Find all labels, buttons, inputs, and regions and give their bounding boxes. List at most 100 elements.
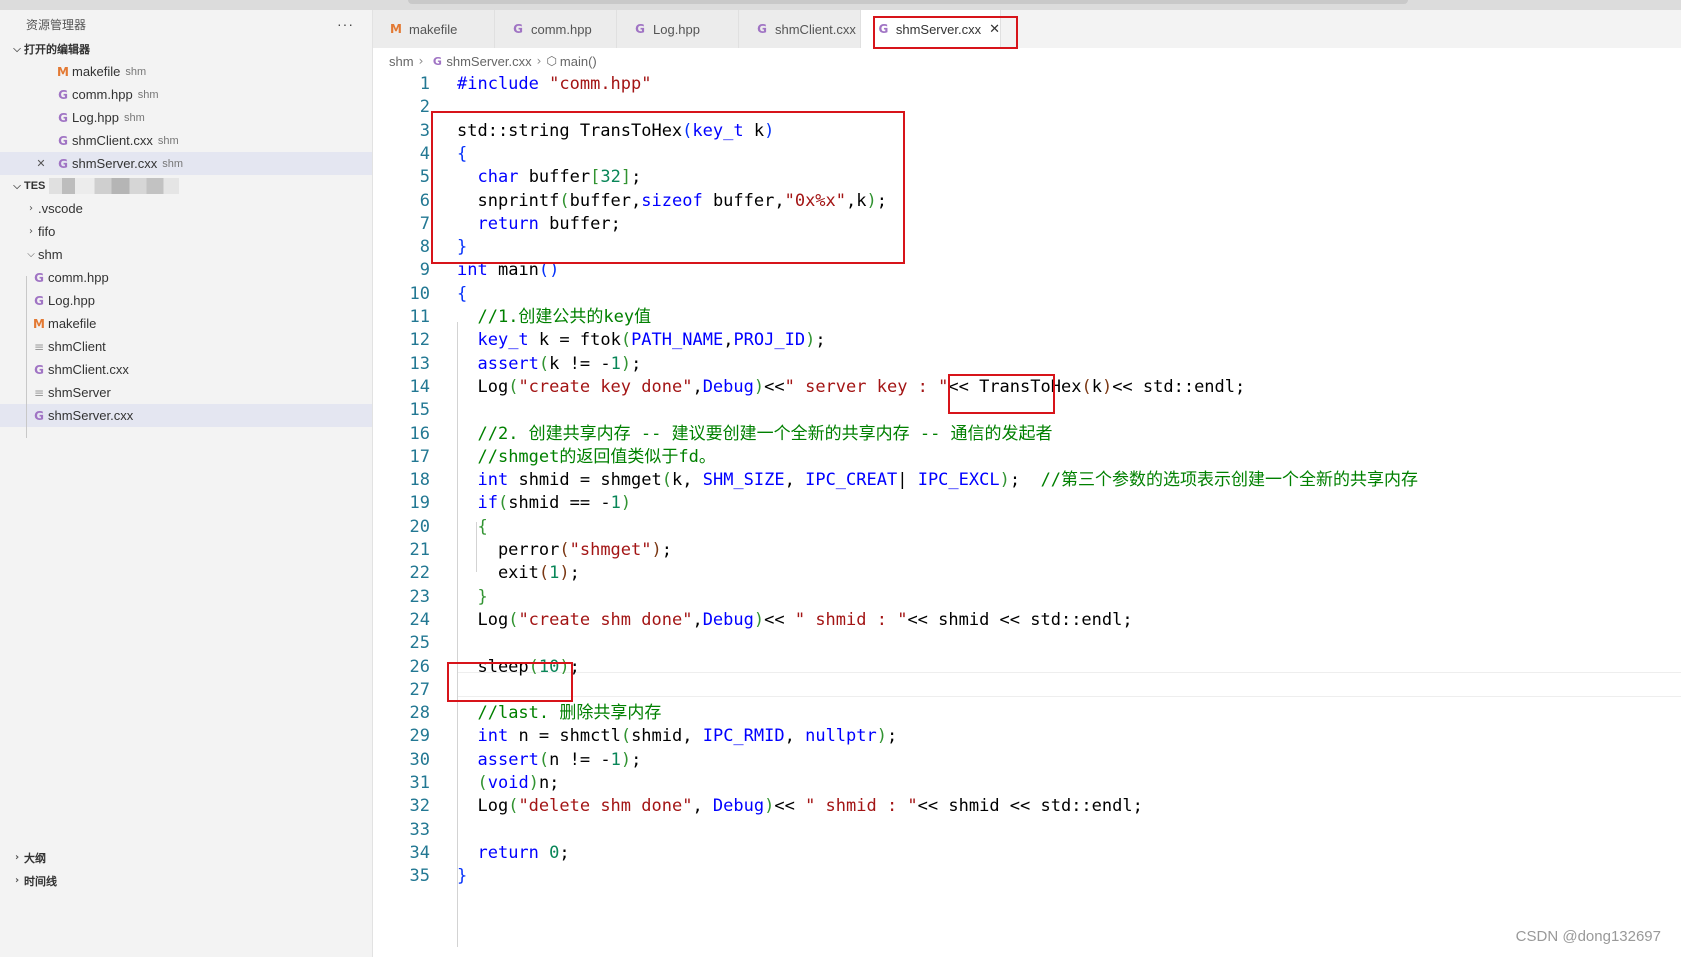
tab-makefile[interactable]: M makefile (373, 10, 495, 48)
code-line[interactable]: } (457, 235, 467, 260)
tree-folder-shm[interactable]: ⌵ shm (0, 243, 372, 266)
cpp-file-icon: G (58, 110, 68, 125)
open-editor-item[interactable]: Mmakefile shm (0, 60, 372, 83)
code-line[interactable]: std::string TransToHex(key_t k) (457, 119, 774, 144)
code-token: "comm.hpp" (549, 74, 652, 94)
cpp-file-icon: G (757, 22, 767, 36)
code-token: << shmid << std::endl; (917, 796, 1143, 816)
makefile-icon: M (33, 316, 45, 331)
code-line[interactable]: return 0; (457, 841, 569, 866)
tab-shmserver-cxx[interactable]: G shmServer.cxx ✕ (861, 10, 1001, 48)
open-editors-section[interactable]: ⌵ 打开的编辑器 (0, 38, 372, 60)
code-line[interactable]: int main() (457, 258, 559, 283)
chevron-down-icon: ⌵ (13, 43, 21, 55)
code-line[interactable]: if(shmid == -1) (457, 491, 631, 516)
code-line[interactable]: snprintf(buffer,sizeof buffer,"0x%x",k); (457, 189, 887, 214)
watermark: CSDN @dong132697 (1515, 928, 1661, 945)
tree-folder-label: .vscode (38, 201, 83, 216)
code-token: Log (457, 610, 509, 630)
tree-file-item[interactable]: ≡ shmClient (0, 335, 372, 358)
more-actions-icon[interactable]: ··· (337, 16, 354, 32)
code-token: ( (538, 354, 550, 374)
timeline-section[interactable]: › 时间线 (0, 869, 372, 892)
close-icon[interactable]: ✕ (34, 157, 48, 170)
chevron-right-icon: › (14, 852, 20, 863)
outline-section[interactable]: › 大纲 (0, 846, 372, 869)
code-token: //第三个参数的选项表示创建一个全新的共享内存 (1040, 470, 1419, 490)
code-line[interactable]: { (457, 142, 467, 167)
code-token: ( (508, 796, 519, 816)
open-editor-item[interactable]: G Log.hpp shm (0, 106, 372, 129)
explorer-header: 资源管理器 ··· (0, 10, 372, 38)
tree-folder-fifo[interactable]: › fifo (0, 220, 372, 243)
code-token: sizeof (641, 191, 703, 211)
code-editor[interactable]: 1 #include "comm.hpp" 2 3 std::string TransT… (373, 72, 1681, 957)
code-token: ) (651, 540, 662, 560)
breadcrumb: shm › G shmServer.cxx › ⬡ main() (389, 50, 597, 72)
code-token: k (1091, 377, 1102, 397)
code-line[interactable]: return buffer; (457, 212, 620, 237)
breadcrumb-folder[interactable]: shm (389, 54, 414, 69)
command-center[interactable] (408, 0, 1408, 4)
code-line[interactable]: exit(1); (457, 561, 580, 586)
tree-file-item[interactable]: Gcomm.hpp (0, 266, 372, 289)
code-token: ( (477, 773, 488, 793)
open-editor-item[interactable]: Gcomm.hpp shm (0, 83, 372, 106)
chevron-down-icon: ⌵ (13, 180, 21, 192)
code-line[interactable]: //last. 删除共享内存 (457, 701, 661, 726)
line-number: 27 (409, 680, 430, 700)
code-line[interactable]: Log("create shm done",Debug)<< " shmid :… (457, 608, 1132, 633)
open-editor-item[interactable]: ✕ GshmServer.cxx shm (0, 152, 372, 175)
close-icon[interactable]: ✕ (989, 21, 1000, 37)
code-line[interactable]: key_t k = ftok(PATH_NAME,PROJ_ID); (457, 328, 825, 353)
tab-comm-hpp[interactable]: G comm.hpp (495, 10, 617, 48)
code-token: ( (1081, 377, 1092, 397)
code-line[interactable]: (void)n; (457, 771, 559, 796)
open-editor-item[interactable]: GshmClient.cxx shm (0, 129, 372, 152)
tree-file-item[interactable]: ≡ shmServer (0, 381, 372, 404)
code-line[interactable]: perror("shmget"); (457, 538, 672, 563)
tree-folder-vscode[interactable]: › .vscode (0, 197, 372, 220)
code-line[interactable]: sleep(10); (457, 655, 579, 680)
code-token: ( (661, 470, 672, 490)
code-line[interactable]: assert(n != -1); (457, 748, 641, 773)
code-line[interactable]: { (457, 282, 467, 307)
code-line[interactable]: //2. 创建共享内存 -- 建议要创建一个全新的共享内存 -- 通信的发起者 (457, 422, 1052, 447)
code-line[interactable]: //1.创建公共的key值 (457, 305, 651, 330)
code-line[interactable]: #include "comm.hpp" (457, 72, 652, 97)
code-line[interactable]: { (457, 515, 487, 540)
code-token: //shmget的返回值类似于fd。 (477, 447, 716, 467)
code-line[interactable]: int shmid = shmget(k, SHM_SIZE, IPC_CREA… (457, 468, 1418, 493)
plain-file-icon: ≡ (33, 385, 45, 400)
tree-file-item[interactable]: G Log.hpp (0, 289, 372, 312)
open-editors-label: 打开的编辑器 (24, 44, 90, 56)
code-line[interactable]: } (457, 585, 487, 610)
workspace-section[interactable]: ⌵ TES (0, 175, 372, 197)
code-line[interactable]: } (457, 864, 467, 889)
tab-shmclient-cxx[interactable]: G shmClient.cxx (739, 10, 861, 48)
tree-file-item[interactable]: GshmClient.cxx (0, 358, 372, 381)
code-token: k, (672, 470, 703, 490)
tree-file-item[interactable]: Mmakefile (0, 312, 372, 335)
code-line[interactable]: int n = shmctl(shmid, IPC_RMID, nullptr)… (457, 724, 897, 749)
code-line[interactable]: //shmget的返回值类似于fd。 (457, 445, 716, 470)
breadcrumb-file[interactable]: shmServer.cxx (446, 54, 531, 69)
tab-log-hpp[interactable]: G Log.hpp (617, 10, 739, 48)
code-token: PATH_NAME (631, 330, 724, 350)
tab-label: comm.hpp (531, 21, 592, 37)
code-line[interactable]: Log("create key done",Debug)<<" server k… (457, 375, 1245, 400)
chevron-down-icon: ⌵ (27, 249, 35, 260)
cpp-file-icon: G (432, 54, 442, 68)
tree-file-item[interactable]: GshmServer.cxx (0, 404, 372, 427)
breadcrumb-symbol[interactable]: main() (560, 54, 597, 69)
cpp-file-icon: G (34, 362, 44, 377)
code-line[interactable]: char buffer[32]; (457, 165, 641, 190)
code-line[interactable]: assert(k != -1); (457, 352, 641, 377)
code-token: ) (764, 796, 775, 816)
code-token: snprintf (457, 191, 560, 211)
code-token: ) (620, 493, 632, 513)
code-line[interactable]: Log("delete shm done", Debug)<< " shmid … (457, 794, 1143, 819)
